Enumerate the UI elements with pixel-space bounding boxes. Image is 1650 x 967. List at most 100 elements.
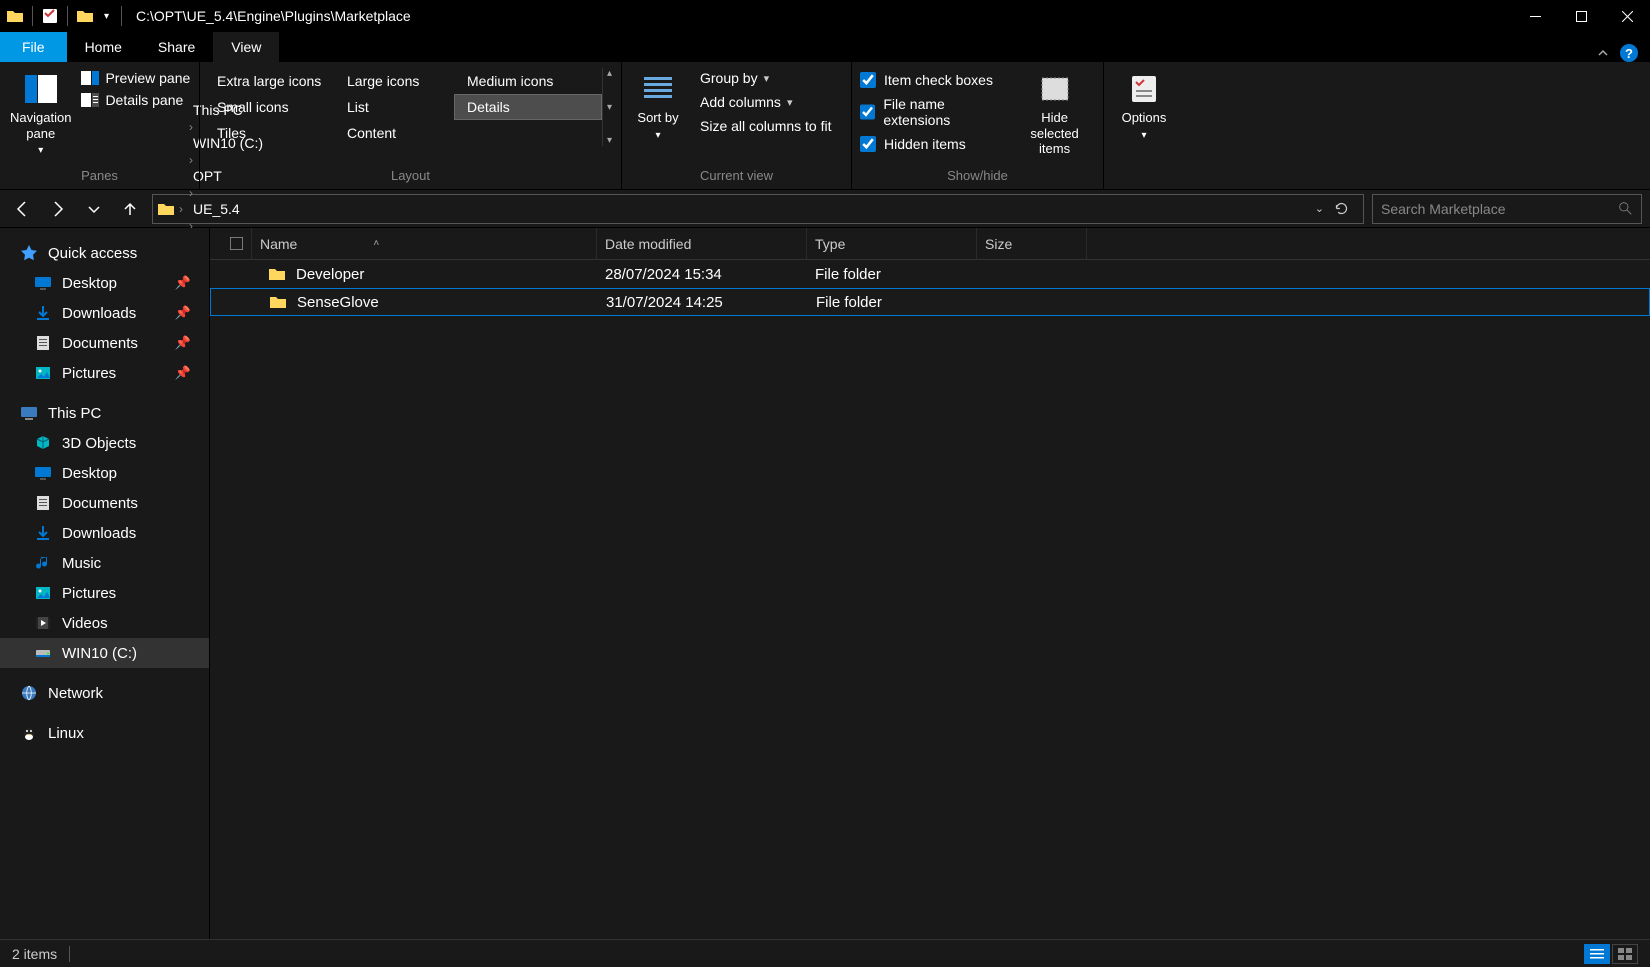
folder-icon — [157, 200, 175, 218]
navigation-pane-button[interactable]: Navigation pane ▾ — [8, 68, 73, 161]
current-view-group-label: Current view — [622, 164, 851, 189]
layout-large[interactable]: Large icons — [334, 68, 454, 94]
tab-file[interactable]: File — [0, 32, 67, 62]
pin-icon: 📌 — [175, 335, 201, 351]
separator — [121, 6, 122, 26]
monitor-icon — [34, 274, 52, 292]
address-bar[interactable]: › This PC›WIN10 (C:)›OPT›UE_5.4›Engine›P… — [152, 194, 1364, 224]
group-by-button[interactable]: Group by — [690, 68, 836, 88]
main-area: Quick access Desktop📌Downloads📌Documents… — [0, 228, 1650, 939]
layout-tiles[interactable]: Tiles — [204, 120, 334, 146]
item-check-boxes-toggle[interactable]: Item check boxes — [860, 70, 1010, 90]
new-folder-icon[interactable] — [76, 7, 94, 25]
file-list: Name˄ Date modified Type Size Developer2… — [210, 228, 1650, 939]
network-icon — [20, 684, 38, 702]
properties-icon[interactable] — [41, 7, 59, 25]
column-type[interactable]: Type — [807, 228, 977, 259]
sort-icon — [641, 72, 675, 106]
sidebar-quick-access[interactable]: Quick access — [0, 238, 209, 268]
search-input[interactable] — [1381, 201, 1618, 217]
panes-group-label: Panes — [0, 164, 199, 189]
nav-history-dropdown[interactable] — [80, 195, 108, 223]
nav-back-button[interactable] — [8, 195, 36, 223]
layout-extra-large[interactable]: Extra large icons — [204, 68, 334, 94]
picture-icon — [34, 584, 52, 602]
picture-icon — [34, 364, 52, 382]
tab-view[interactable]: View — [213, 32, 279, 62]
navigation-pane-icon — [24, 72, 58, 106]
layout-content[interactable]: Content — [334, 120, 454, 146]
minimize-button[interactable] — [1512, 0, 1558, 32]
drive-icon — [34, 644, 52, 662]
sidebar-network[interactable]: Network — [0, 678, 209, 708]
size-columns-button[interactable]: Size all columns to fit — [690, 116, 836, 136]
maximize-button[interactable] — [1558, 0, 1604, 32]
ribbon: Navigation pane ▾ Preview pane Details p… — [0, 62, 1650, 190]
qat-dropdown[interactable]: ▾ — [100, 11, 113, 22]
sidebar-item[interactable]: Videos — [0, 608, 209, 638]
pin-icon: 📌 — [175, 365, 201, 381]
tab-home[interactable]: Home — [67, 32, 140, 62]
preview-pane-icon — [81, 70, 99, 86]
music-icon — [34, 554, 52, 572]
sidebar-item[interactable]: Pictures📌 — [0, 358, 209, 388]
view-details-toggle[interactable] — [1584, 944, 1610, 964]
layout-scroll[interactable]: ▴▾▾ — [602, 68, 616, 146]
hide-selected-button[interactable]: Hide selected items — [1014, 68, 1095, 161]
sidebar-this-pc[interactable]: This PC — [0, 398, 209, 428]
help-button[interactable]: ? — [1620, 44, 1638, 62]
sort-asc-icon: ˄ — [373, 238, 379, 249]
layout-group-label: Layout — [200, 164, 621, 189]
layout-small[interactable]: Small icons — [204, 94, 334, 120]
pin-icon: 📌 — [175, 305, 201, 321]
details-pane-button[interactable]: Details pane — [77, 90, 194, 110]
sidebar-item[interactable]: Downloads📌 — [0, 298, 209, 328]
separator — [67, 6, 68, 26]
column-date[interactable]: Date modified — [597, 228, 807, 259]
folder-icon — [268, 266, 286, 282]
show-hide-group-label: Show/hide — [852, 164, 1103, 189]
sidebar-item[interactable]: Documents — [0, 488, 209, 518]
file-row[interactable]: SenseGlove31/07/2024 14:25File folder — [210, 288, 1650, 316]
options-button[interactable]: Options ▾ — [1112, 68, 1176, 146]
breadcrumb-item[interactable]: UE_5.4 — [187, 201, 275, 217]
layout-list[interactable]: List — [334, 94, 454, 120]
chevron-right-icon[interactable]: › — [177, 202, 185, 216]
address-dropdown[interactable]: ⌄ — [1315, 202, 1324, 215]
search-box[interactable] — [1372, 194, 1642, 224]
navigation-bar: › This PC›WIN10 (C:)›OPT›UE_5.4›Engine›P… — [0, 190, 1650, 228]
nav-forward-button[interactable] — [44, 195, 72, 223]
refresh-button[interactable] — [1328, 201, 1355, 216]
sidebar-linux[interactable]: Linux — [0, 718, 209, 748]
separator — [32, 6, 33, 26]
preview-pane-button[interactable]: Preview pane — [77, 68, 194, 88]
sidebar-item[interactable]: Desktop — [0, 458, 209, 488]
column-size[interactable]: Size — [977, 228, 1087, 259]
linux-icon — [20, 724, 38, 742]
select-all-checkbox[interactable] — [222, 228, 252, 259]
cube-icon — [34, 434, 52, 452]
view-thumbnails-toggle[interactable] — [1612, 944, 1638, 964]
options-icon — [1127, 72, 1161, 106]
sidebar-item[interactable]: Downloads — [0, 518, 209, 548]
sidebar-item[interactable]: Music — [0, 548, 209, 578]
status-text: 2 items — [12, 946, 57, 962]
doc-icon — [34, 494, 52, 512]
hidden-items-toggle[interactable]: Hidden items — [860, 134, 1010, 154]
column-name[interactable]: Name˄ — [252, 228, 597, 259]
sidebar-item[interactable]: Desktop📌 — [0, 268, 209, 298]
sidebar-item[interactable]: 3D Objects — [0, 428, 209, 458]
layout-medium[interactable]: Medium icons — [454, 68, 602, 94]
nav-up-button[interactable] — [116, 195, 144, 223]
layout-details[interactable]: Details — [454, 94, 602, 120]
close-button[interactable] — [1604, 0, 1650, 32]
file-row[interactable]: Developer28/07/2024 15:34File folder — [210, 260, 1650, 288]
add-columns-button[interactable]: Add columns — [690, 92, 836, 112]
file-extensions-toggle[interactable]: File name extensions — [860, 94, 1010, 130]
sort-by-button[interactable]: Sort by ▾ — [630, 68, 686, 146]
sidebar-item[interactable]: WIN10 (C:) — [0, 638, 209, 668]
ribbon-collapse-icon[interactable] — [1596, 46, 1610, 60]
sidebar-item[interactable]: Documents📌 — [0, 328, 209, 358]
tab-share[interactable]: Share — [140, 32, 213, 62]
sidebar-item[interactable]: Pictures — [0, 578, 209, 608]
